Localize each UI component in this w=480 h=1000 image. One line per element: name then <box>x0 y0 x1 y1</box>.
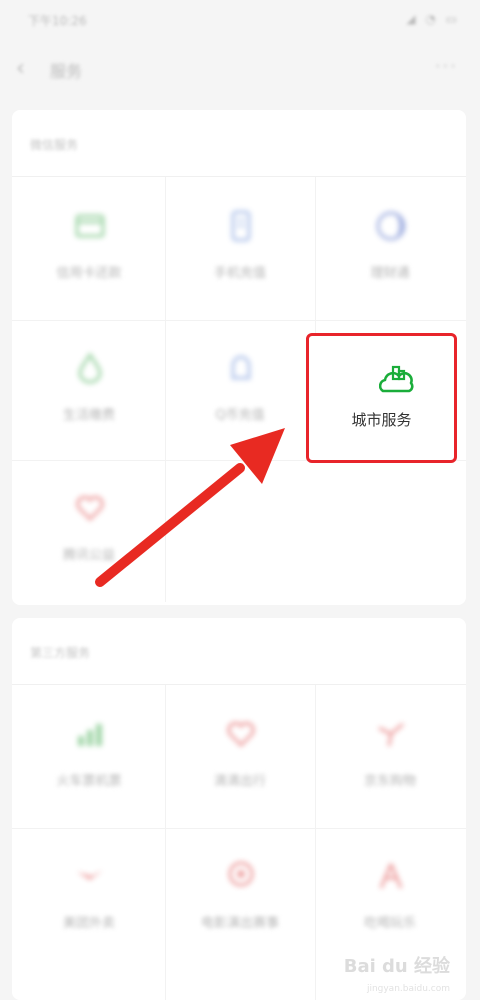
grid-item-utility[interactable]: 生活缴费 <box>14 322 164 462</box>
drop-icon <box>78 352 102 384</box>
grid-item-jd[interactable]: 京东购物 <box>315 688 465 828</box>
grid-item-label: 城市服务 <box>351 411 412 429</box>
grid-item-label: 电影演出赛事 <box>200 916 279 931</box>
heart-icon <box>76 495 104 522</box>
grid-item-label: 滴滴出行 <box>213 774 266 789</box>
grid-item-mobile-topup[interactable]: 手机充值 <box>165 180 315 320</box>
grid-item-qcoin[interactable]: Q币充值 <box>165 322 315 462</box>
grid-item-label: 京东购物 <box>363 774 416 789</box>
card-icon <box>75 214 105 238</box>
chart-icon <box>78 724 102 746</box>
section-title: 第三方服务 <box>30 646 91 660</box>
back-icon[interactable]: ‹ <box>16 56 25 81</box>
city-icon <box>379 365 414 393</box>
grid-item-food-fun[interactable]: 吃喝玩乐 <box>315 830 465 970</box>
divider <box>12 176 466 177</box>
grid-item-label: 生活缴费 <box>62 408 115 423</box>
heart-outline-icon <box>227 721 255 748</box>
grid-line <box>12 828 466 829</box>
grid-item-wealth[interactable]: 理财通 <box>315 180 465 320</box>
grid-item-label: 美团外卖 <box>62 916 115 931</box>
grid-item-label: 腾讯公益 <box>62 548 115 563</box>
bell-icon <box>231 355 251 380</box>
status-icons: ◢ ◔ ▭ <box>406 12 460 26</box>
grid-item-credit-card[interactable]: 信用卡还款 <box>14 180 164 320</box>
more-icon[interactable]: ··· <box>435 56 458 77</box>
moon-icon <box>376 211 406 241</box>
grid-item-label: 理财通 <box>370 266 410 281</box>
section-title: 微信服务 <box>30 138 79 152</box>
third-party-services-card: 第三方服务 火车票机票 滴滴出行 京东购物 美团外卖 电影演出赛事 吃喝玩乐 <box>12 618 466 1000</box>
divider <box>12 684 466 685</box>
tent-icon <box>379 863 403 889</box>
grid-item-city-services[interactable]: 城市服务 <box>306 333 457 463</box>
grid-item-train-flight[interactable]: 火车票机票 <box>14 688 164 828</box>
status-time: 下午10:26 <box>28 14 87 28</box>
grid-item-label: 信用卡还款 <box>56 266 122 281</box>
grid-item-label: Q币充值 <box>215 408 265 423</box>
phone-icon <box>231 210 251 242</box>
grid-item-label: 手机充值 <box>213 266 266 281</box>
fan-icon <box>378 722 404 747</box>
grid-item-meituan[interactable]: 美团外卖 <box>14 830 164 970</box>
grid-line <box>12 320 466 321</box>
watermark-logo: Bai du 经验 <box>343 956 450 977</box>
grid-item-charity[interactable]: 腾讯公益 <box>14 462 164 602</box>
grid-item-label: 吃喝玩乐 <box>363 916 416 931</box>
grid-item-label: 火车票机票 <box>56 774 122 789</box>
badge-icon <box>228 861 254 887</box>
bird-icon <box>77 870 103 880</box>
watermark-url: jingyan.baidu.com <box>366 984 450 994</box>
grid-item-didi[interactable]: 滴滴出行 <box>165 688 315 828</box>
status-bar: 下午10:26 ◢ ◔ ▭ <box>0 0 480 40</box>
page-title: 服务 <box>50 62 83 81</box>
grid-item-movies[interactable]: 电影演出赛事 <box>165 830 315 970</box>
